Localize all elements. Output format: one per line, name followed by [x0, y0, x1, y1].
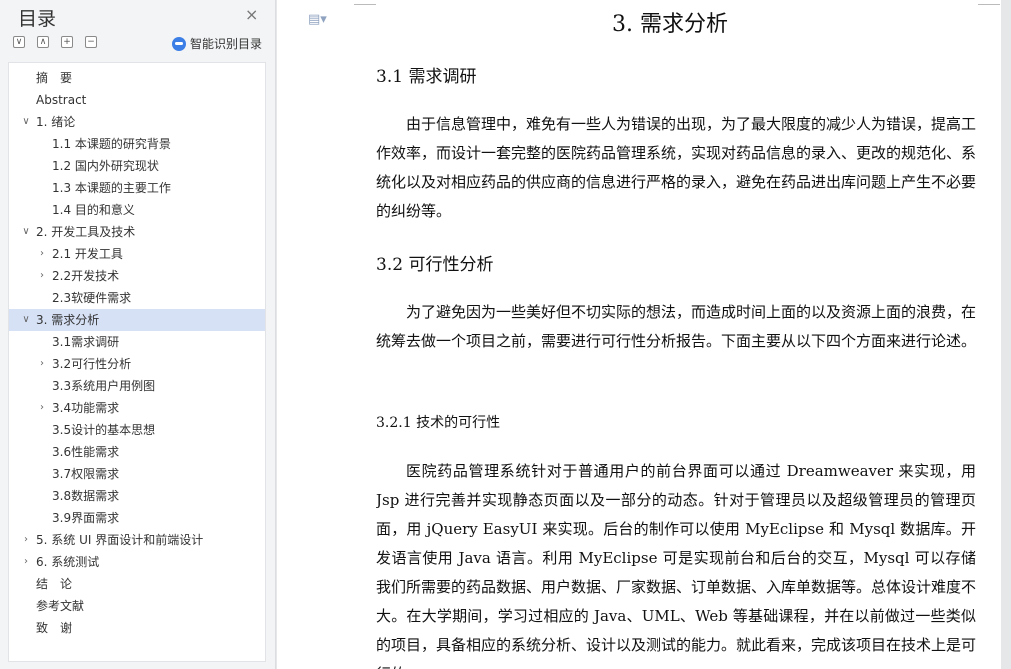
toc-item-label: 1.1 本课题的研究背景: [52, 137, 171, 151]
toc-item-label: 5. 系统 UI 界面设计和前端设计: [36, 533, 204, 547]
toc-item-label: 摘 要: [36, 71, 73, 85]
toc-item[interactable]: › 5. 系统 UI 界面设计和前端设计: [9, 529, 265, 551]
toc-item-label: 3.4功能需求: [52, 401, 120, 415]
toc-item[interactable]: Abstract: [9, 89, 265, 111]
document-dropdown-icon[interactable]: ▤▾: [308, 12, 327, 27]
toc-item-label: Abstract: [36, 93, 87, 107]
smart-toc-label: 智能识别目录: [190, 37, 263, 51]
toc-item[interactable]: 结 论: [9, 573, 265, 595]
toc-item[interactable]: 3.6性能需求: [9, 441, 265, 463]
toc-item-label: 1. 绪论: [36, 115, 76, 129]
chevron-down-icon[interactable]: ∨: [20, 221, 32, 243]
expand-up-button[interactable]: ∧: [37, 36, 49, 48]
toc-item-label: 3.8数据需求: [52, 489, 120, 503]
toc-item[interactable]: 1.2 国内外研究现状: [9, 155, 265, 177]
ai-assistant-icon: [172, 36, 186, 51]
toc-title: 目录: [18, 8, 57, 30]
paragraph-technical-feasibility: 医院药品管理系统针对于普通用户的前台界面可以通过 Dreamweaver 来实现…: [376, 462, 976, 669]
toc-item-label: 3.7权限需求: [52, 467, 120, 481]
toc-item-label: 参考文献: [36, 599, 85, 613]
toc-item[interactable]: 3.8数据需求: [9, 485, 265, 507]
chevron-down-icon[interactable]: ∨: [20, 309, 32, 331]
toc-item[interactable]: 摘 要: [9, 67, 265, 89]
toc-item[interactable]: › 2.2开发技术: [9, 265, 265, 287]
chevron-right-icon[interactable]: ›: [20, 529, 32, 551]
toc-item-label: 结 论: [36, 577, 73, 591]
toc-item[interactable]: 3.9界面需求: [9, 507, 265, 529]
section-heading-3-2: 3.2 可行性分析: [376, 255, 494, 275]
toc-item-label: 2.2开发技术: [52, 269, 120, 283]
toc-item[interactable]: ∨ 3. 需求分析: [9, 309, 265, 331]
toc-item[interactable]: 1.4 目的和意义: [9, 199, 265, 221]
toc-item-label: 3.3系统用户用例图: [52, 379, 156, 393]
toc-item-label: 致 谢: [36, 621, 73, 635]
toc-item-label: 2.3软硬件需求: [52, 291, 132, 305]
remove-heading-button[interactable]: −: [85, 36, 97, 48]
toc-item-label: 3.9界面需求: [52, 511, 120, 525]
toc-item-label: 3.1需求调研: [52, 335, 120, 349]
toc-item-label: 3.6性能需求: [52, 445, 120, 459]
toc-item[interactable]: ∨ 2. 开发工具及技术: [9, 221, 265, 243]
toc-item[interactable]: › 2.1 开发工具: [9, 243, 265, 265]
toc-item-label: 1.4 目的和意义: [52, 203, 135, 217]
toc-item[interactable]: 参考文献: [9, 595, 265, 617]
toc-item[interactable]: 1.3 本课题的主要工作: [9, 177, 265, 199]
subsection-heading-3-2-1: 3.2.1 技术的可行性: [376, 415, 501, 431]
section-heading-3-1: 3.1 需求调研: [376, 67, 477, 87]
toc-item[interactable]: 3.3系统用户用例图: [9, 375, 265, 397]
chevron-right-icon[interactable]: ›: [36, 397, 48, 419]
toc-item[interactable]: › 6. 系统测试: [9, 551, 265, 573]
page-corner-mark: [354, 4, 376, 5]
toc-item[interactable]: 2.3软硬件需求: [9, 287, 265, 309]
toc-item[interactable]: 3.5设计的基本思想: [9, 419, 265, 441]
toc-item[interactable]: ∨ 1. 绪论: [9, 111, 265, 133]
add-heading-button[interactable]: +: [61, 36, 73, 48]
toc-item-label: 2.1 开发工具: [52, 247, 123, 261]
toc-item-label: 1.2 国内外研究现状: [52, 159, 159, 173]
close-icon[interactable]: ×: [245, 6, 258, 24]
toc-item[interactable]: 3.7权限需求: [9, 463, 265, 485]
chevron-right-icon[interactable]: ›: [20, 551, 32, 573]
toc-item[interactable]: 1.1 本课题的研究背景: [9, 133, 265, 155]
paragraph-feasibility: 为了避免因为一些美好但不切实际的想法，而造成时间上面的以及资源上面的浪费，在统筹…: [376, 303, 977, 350]
chevron-down-icon[interactable]: ∨: [20, 111, 32, 133]
chevron-right-icon[interactable]: ›: [36, 353, 48, 375]
toc-item-label: 3. 需求分析: [36, 313, 100, 327]
smart-toc-button[interactable]: 智能识别目录: [172, 35, 262, 52]
toc-item[interactable]: › 3.4功能需求: [9, 397, 265, 419]
toc-list: 摘 要 Abstract ∨ 1. 绪论 1.1 本课题的研究背景 1.2 国内外研究现状…: [8, 62, 266, 662]
toc-item[interactable]: 3.1需求调研: [9, 331, 265, 353]
collapse-all-button[interactable]: ∨: [13, 36, 25, 48]
toc-item[interactable]: › 3.2可行性分析: [9, 353, 265, 375]
paragraph-research: 由于信息管理中，难免有一些人为错误的出现，为了最大限度的减少人为错误，提高工作效…: [376, 115, 977, 220]
toc-item-label: 2. 开发工具及技术: [36, 225, 136, 239]
toc-item-label: 3.2可行性分析: [52, 357, 132, 371]
toc-navigation-pane: 目录 × ∨ ∧ + − 智能识别目录 摘 要 Abstract ∨ 1. 绪论 1.1…: [0, 0, 276, 669]
toc-item[interactable]: 致 谢: [9, 617, 265, 639]
toc-item-label: 1.3 本课题的主要工作: [52, 181, 171, 195]
chapter-heading: 3. 需求分析: [612, 12, 728, 37]
toc-item-label: 6. 系统测试: [36, 555, 100, 569]
toc-item-label: 3.5设计的基本思想: [52, 423, 156, 437]
chevron-right-icon[interactable]: ›: [36, 265, 48, 287]
page-corner-mark: [978, 4, 1000, 5]
chevron-right-icon[interactable]: ›: [36, 243, 48, 265]
